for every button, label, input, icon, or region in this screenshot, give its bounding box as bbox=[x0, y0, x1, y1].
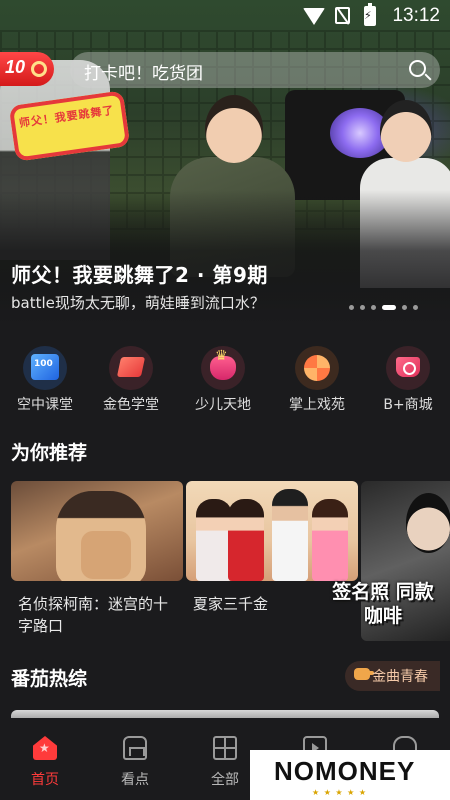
carousel-indicator bbox=[349, 304, 418, 310]
entry-label: B+商城 bbox=[383, 397, 433, 413]
entry-label: 金色学堂 bbox=[103, 397, 159, 413]
entry-label: 少儿天地 bbox=[195, 397, 251, 413]
entry-gold-academy[interactable]: 金色学堂 bbox=[86, 346, 176, 416]
watermark-stars: ★ ★ ★ ★ ★ bbox=[312, 788, 368, 797]
promo-overlay-text: 签名照 同款咖啡 bbox=[332, 581, 434, 627]
nav-highlights[interactable]: 看点 bbox=[90, 736, 180, 796]
classroom-icon bbox=[31, 354, 59, 380]
carousel-dot[interactable] bbox=[371, 304, 376, 310]
home-icon bbox=[33, 736, 57, 760]
kids-icon bbox=[210, 348, 236, 380]
recommend-card[interactable]: 名侦探柯南：迷宫的十字路口 bbox=[11, 481, 183, 641]
watermark-text: NOMONEY bbox=[274, 756, 416, 786]
search-bar[interactable]: 打卡吧！吃货团 bbox=[70, 52, 440, 88]
hero-title[interactable]: 师父！我要跳舞了2 · 第9期 bbox=[11, 259, 268, 288]
no-sim-icon bbox=[335, 7, 350, 24]
search-placeholder: 打卡吧！吃货团 bbox=[84, 64, 203, 84]
entry-label: 掌上戏苑 bbox=[289, 397, 345, 413]
carousel-dot[interactable] bbox=[349, 304, 354, 310]
opera-icon bbox=[304, 355, 330, 381]
app-logo-ring bbox=[31, 61, 47, 77]
nav-home[interactable]: 首页 bbox=[0, 736, 90, 796]
grid-icon bbox=[213, 736, 237, 760]
wifi-icon bbox=[303, 8, 325, 25]
nav-label: 首页 bbox=[31, 772, 59, 788]
section-title-recommend: 为你推荐 bbox=[11, 442, 88, 464]
entry-sky-classroom[interactable]: 空中课堂 bbox=[0, 346, 90, 416]
sofa-icon bbox=[123, 736, 147, 760]
show-logo-text: 师父！我要跳舞了 bbox=[18, 103, 116, 130]
variety-badge-label: 金曲青春 bbox=[372, 669, 428, 685]
app-logo[interactable]: 10 bbox=[0, 52, 54, 86]
card-title: 名侦探柯南：迷宫的十字路口 bbox=[18, 595, 169, 635]
hero-subtitle: battle现场太无聊，萌娃睡到流口水？ bbox=[11, 294, 265, 312]
watermark: NOMONEY ★ ★ ★ ★ ★ bbox=[250, 750, 450, 800]
quick-entry-row: 空中课堂 金色学堂 少儿天地 掌上戏苑 B+商城 bbox=[0, 346, 450, 416]
card-thumbnail bbox=[186, 481, 358, 581]
status-bar: 13:12 bbox=[0, 0, 450, 32]
carousel-dot[interactable] bbox=[413, 304, 418, 310]
variety-badge-button[interactable]: 金曲青春 bbox=[345, 661, 440, 691]
status-time: 13:12 bbox=[392, 5, 440, 26]
gold-academy-icon bbox=[116, 357, 146, 377]
app-logo-text: 10 bbox=[5, 57, 26, 77]
battery-charging-icon bbox=[364, 3, 376, 26]
carousel-dot-active[interactable] bbox=[382, 304, 396, 310]
entry-shop[interactable]: B+商城 bbox=[363, 346, 450, 416]
section-title-variety: 番茄热综 bbox=[11, 668, 88, 690]
card-thumbnail bbox=[11, 481, 183, 581]
entry-opera[interactable]: 掌上戏苑 bbox=[272, 346, 362, 416]
carousel-dot[interactable] bbox=[360, 304, 365, 310]
pointing-hand-icon bbox=[354, 668, 374, 680]
shopping-cart-icon bbox=[396, 357, 420, 377]
search-icon[interactable] bbox=[409, 60, 426, 77]
entry-label: 空中课堂 bbox=[17, 397, 73, 413]
nav-label: 看点 bbox=[121, 772, 149, 788]
entry-kids[interactable]: 少儿天地 bbox=[178, 346, 268, 416]
carousel-dot[interactable] bbox=[402, 304, 407, 310]
